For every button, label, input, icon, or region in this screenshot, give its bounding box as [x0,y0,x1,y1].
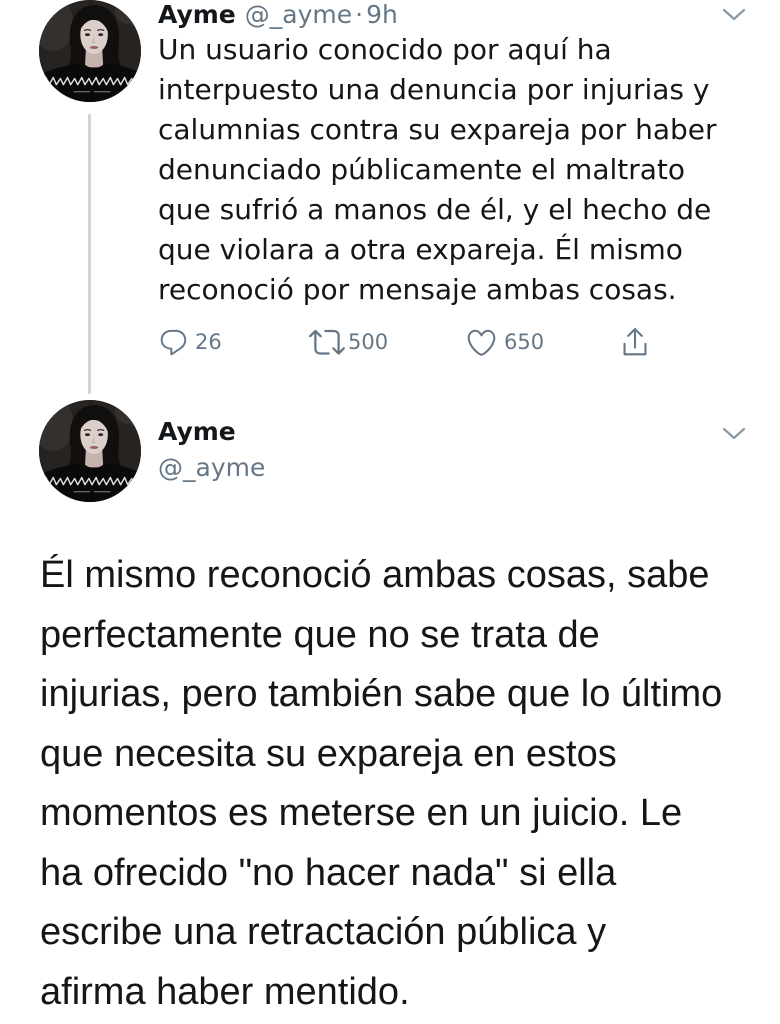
chevron-down-icon [722,427,746,440]
author-name[interactable]: Ayme [158,0,236,29]
thread-connector-line [88,114,91,394]
tweet-header: Ayme @_ayme · 9h [158,0,398,30]
reply-count: 26 [195,330,222,354]
author-name[interactable]: Ayme [158,417,236,446]
avatar[interactable] [39,400,141,502]
tweet: Ayme @_ayme Él mismo reconoció ambas cos… [0,398,780,1024]
avatar[interactable] [39,0,141,102]
tweet-text-line: momentos es meterse en un juicio. Le [40,792,683,834]
tweet-text-line: injurias, pero también sabe que lo últim… [40,673,723,715]
heart-icon [467,329,496,356]
share-icon [623,328,647,356]
tweet-menu-button[interactable] [720,425,748,443]
tweet-text-line: escribe una retractación pública y [40,911,607,953]
chevron-down-icon [722,8,746,21]
share-button[interactable] [620,324,650,360]
tweet-text-line: calumnias contra su expareja por haber [158,113,717,146]
profile-photo [39,0,141,102]
reply-button[interactable]: 26 [158,324,222,360]
separator-dot: · [355,0,364,29]
tweet-text-line: reconoció por mensaje ambas cosas. [158,273,677,306]
tweet-text-line: que violara a otra expareja. Él mismo [158,233,683,266]
tweet-text: Un usuario conocido por aquí ha interpue… [158,30,717,310]
author-name-row: Ayme [158,416,236,448]
tweet-text: Él mismo reconoció ambas cosas, sabe per… [40,546,722,1022]
timestamp[interactable]: 9h [366,0,398,29]
tweet-text-line: que necesita su expareja en estos [40,732,617,775]
author-handle[interactable]: @_ayme [245,0,352,29]
tweet-text-line: Él mismo reconoció ambas cosas, sabe [40,554,710,596]
like-count: 650 [504,330,545,354]
retweet-button[interactable]: 500 [309,324,388,360]
profile-photo [39,400,141,502]
tweet-text-line: afirma haber mentido. [40,970,410,1013]
tweet-text-line: Un usuario conocido por aquí ha [158,33,612,66]
tweet-text-line: que sufrió a manos de él, y el hecho de [158,193,712,226]
retweet-count: 500 [348,330,389,354]
retweet-icon [309,329,345,355]
like-button[interactable]: 650 [465,324,544,360]
tweet-menu-button[interactable] [720,6,748,24]
author-handle[interactable]: @_ayme [158,453,265,482]
tweet-text-line: interpuesto una denuncia por injurias y [158,73,710,106]
tweet-thread: Ayme @_ayme · 9h Un usuario conocido por aq… [0,0,780,1024]
tweet-text-line: denunciado públicamente el maltrato [158,153,686,186]
tweet-text-line: perfectamente que no se trata de [40,613,600,656]
tweet-text-line: ha ofrecido "no hacer nada" si ella [40,851,617,894]
tweet: Ayme @_ayme · 9h Un usuario conocido por aq… [0,0,780,395]
author-handle-row: @_ayme [158,452,265,484]
reply-icon [160,329,187,355]
